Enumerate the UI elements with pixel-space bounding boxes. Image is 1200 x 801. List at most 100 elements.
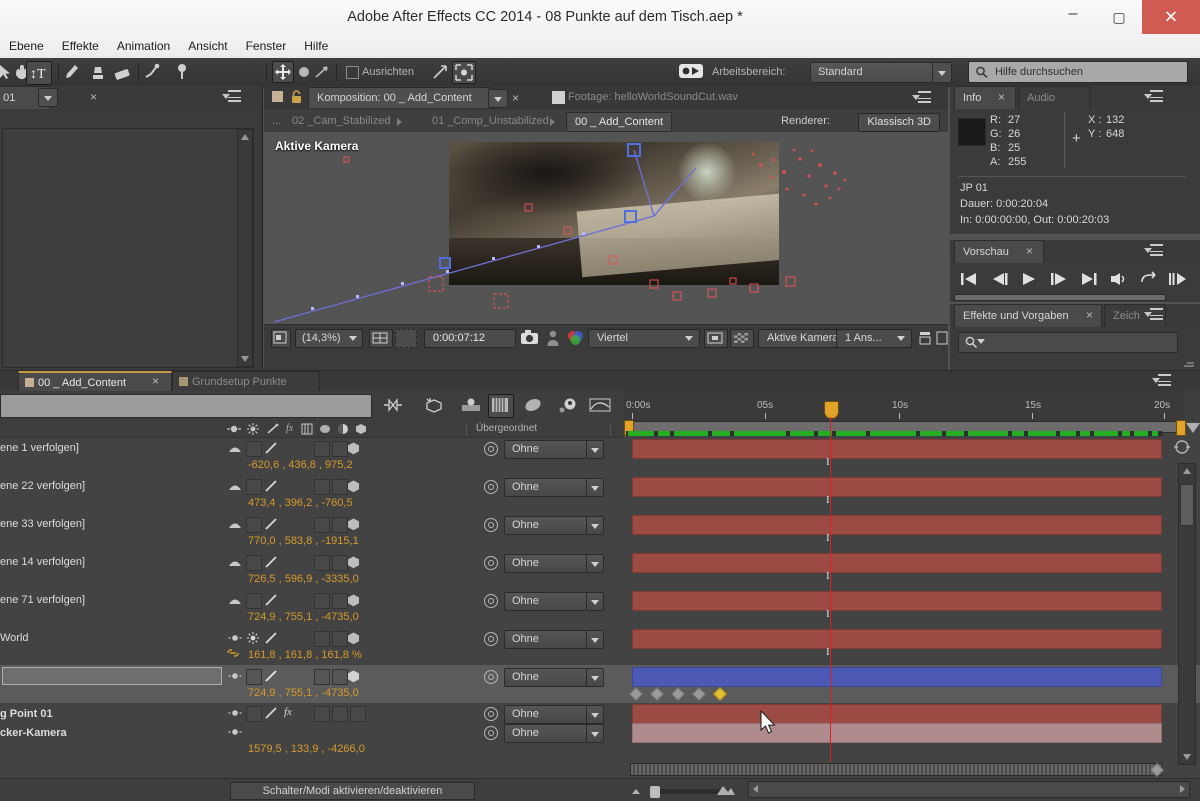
pixel-aspect-icon[interactable] (918, 330, 938, 350)
layer-values[interactable]: 724,9 , 755,1 , -4735,0 (248, 684, 359, 702)
quality-icon[interactable] (264, 555, 278, 569)
parent-select[interactable]: Ohne (504, 630, 604, 649)
audio-icon[interactable] (228, 556, 242, 568)
visibility-eye-icon[interactable] (228, 670, 242, 682)
layer-bar[interactable] (632, 629, 1162, 649)
text-tool-icon[interactable]: ↕T (26, 61, 52, 85)
adjustment-layer-icon[interactable] (336, 422, 350, 436)
graph-editor-3d-icon[interactable] (522, 396, 544, 416)
keyframe[interactable] (691, 686, 707, 702)
puppet-pin-tool-icon[interactable] (172, 62, 192, 82)
timeline-zoom-knob[interactable] (650, 786, 660, 798)
effects-resize-grip[interactable] (1184, 358, 1196, 367)
audio-icon[interactable] (228, 480, 242, 492)
align-checkbox[interactable] (346, 66, 359, 79)
timeline-vertical-scrollbar[interactable] (1178, 463, 1196, 765)
composition-panel-menu-icon[interactable] (912, 91, 934, 105)
last-frame-button[interactable] (1078, 270, 1102, 290)
visibility-eye-icon[interactable] (228, 707, 242, 719)
three-d-layer-icon[interactable] (346, 555, 361, 570)
search-layers-icon[interactable] (382, 396, 404, 416)
table-row[interactable]: ene 22 verfolgen] Ohne 473,4 , 396,2 , -… (0, 475, 1200, 513)
clone-stamp-tool-icon[interactable] (88, 62, 108, 82)
layer-bar[interactable] (632, 704, 1162, 724)
brush-tool-icon[interactable] (62, 62, 82, 82)
three-d-layer-icon[interactable] (346, 669, 361, 684)
parent-select[interactable]: Ohne (504, 440, 604, 459)
layer-values[interactable]: 1579,5 , 133,9 , -4266,0 (248, 740, 365, 758)
table-row[interactable]: g Point 01 fx Ohne (0, 703, 1200, 724)
show-snapshot-icon[interactable] (546, 329, 566, 349)
preview-panel-menu-icon[interactable] (1144, 244, 1166, 258)
effects-panel-menu-icon[interactable] (1144, 308, 1166, 322)
workspace-select[interactable]: Standard (810, 62, 952, 83)
views-select[interactable]: 1 Ans... (836, 329, 912, 348)
quality-icon[interactable] (264, 479, 278, 493)
keyframe[interactable] (649, 686, 665, 702)
layer-bar[interactable] (632, 477, 1162, 497)
composition-mini-flowchart-icon[interactable] (424, 396, 446, 416)
info-tab-close-icon[interactable]: × (998, 86, 1005, 108)
channel-rgb-icon[interactable] (566, 329, 586, 349)
link-chain-icon[interactable] (226, 647, 240, 659)
menu-item-effekte[interactable]: Effekte (53, 34, 108, 58)
quality-icon[interactable] (264, 441, 278, 455)
visibility-eye-icon[interactable] (228, 632, 242, 644)
three-d-layer-icon[interactable] (346, 517, 361, 532)
timeline-timecode-field[interactable] (0, 394, 372, 418)
effects-indicator[interactable]: fx (284, 704, 292, 721)
snapping-dot-icon[interactable] (294, 62, 314, 82)
quality-icon[interactable] (264, 517, 278, 531)
parent-select[interactable]: Ohne (504, 668, 604, 687)
parent-select[interactable]: Ohne (504, 516, 604, 535)
auto-keyframe-icon[interactable] (558, 396, 580, 416)
timeline-zoom-slider[interactable] (652, 789, 724, 794)
frame-blend-icon[interactable] (300, 422, 314, 436)
layer-bar[interactable] (632, 439, 1162, 459)
table-row[interactable]: cker-Kamera Ohne 1579,5 , 133,9 , -4266,… (0, 722, 1200, 760)
layer-bar[interactable] (632, 723, 1162, 743)
parent-select[interactable]: Ohne (504, 554, 604, 573)
menu-item-fenster[interactable]: Fenster (237, 34, 296, 58)
table-row[interactable]: ene 1 verfolgen] Ohne -620,6 , 436,8 , 9… (0, 437, 1200, 475)
solo-sun-icon[interactable] (246, 631, 260, 645)
always-preview-icon[interactable] (271, 329, 291, 348)
resolution-select[interactable]: Viertel (588, 329, 700, 348)
timeline-ruler[interactable]: 0:00s 05s 10s 15s 20s (624, 391, 1184, 421)
quality-icon[interactable] (266, 422, 280, 436)
parent-select[interactable]: Ohne (504, 478, 604, 497)
layer-values[interactable]: 726,5 , 596,9 , -3335,0 (248, 570, 359, 588)
effects-tab-close-icon[interactable]: × (1086, 304, 1093, 326)
previous-frame-button[interactable] (988, 270, 1012, 290)
help-search-field[interactable]: Hilfe durchsuchen (968, 61, 1188, 83)
timeline-horizontal-scrollbar[interactable] (748, 781, 1190, 798)
current-time-indicator-handle[interactable] (824, 401, 839, 419)
motion-blur-icon[interactable] (488, 394, 514, 418)
footage-tab[interactable]: Footage: helloWorldSoundCut.wav (534, 87, 784, 107)
menu-item-ansicht[interactable]: Ansicht (179, 34, 236, 58)
graph-editor-icon[interactable] (588, 396, 611, 416)
table-row[interactable]: World Ohne 161,8 , 161,8 , 161,8 % I (0, 627, 1200, 665)
workspace-gear-icon[interactable] (678, 62, 703, 82)
timeline-panel-menu-icon[interactable] (1152, 374, 1174, 388)
composition-tab[interactable]: Komposition: 00 _ Add_Content (308, 87, 490, 108)
anchor-point-icon[interactable] (272, 61, 294, 83)
preview-tab-close-icon[interactable]: × (1026, 240, 1033, 262)
three-d-layer-icon[interactable] (346, 593, 361, 608)
breadcrumb-item-1[interactable]: 01 _Comp_Unstabilized (432, 110, 549, 132)
project-vertical-scrollbar[interactable] (237, 129, 253, 367)
mask-feather-tool-icon[interactable] (312, 62, 332, 82)
quality-icon[interactable] (264, 669, 278, 683)
timecode-display[interactable]: 0:00:07:12 (424, 329, 516, 348)
layer-bar[interactable] (632, 553, 1162, 573)
transparency-grid-icon[interactable] (704, 329, 728, 348)
composition-viewport[interactable]: Aktive Kamera (264, 132, 948, 324)
region-of-interest-icon[interactable] (395, 329, 417, 348)
three-d-layer-icon[interactable] (346, 631, 361, 646)
first-frame-button[interactable] (958, 270, 982, 290)
quality-icon[interactable] (264, 593, 278, 607)
audio-tab[interactable]: Audio (1018, 86, 1090, 109)
breadcrumb-item-2[interactable]: 00 _ Add_Content (566, 112, 673, 132)
composition-tab-dropdown[interactable] (488, 89, 508, 108)
audio-icon[interactable] (228, 518, 242, 530)
